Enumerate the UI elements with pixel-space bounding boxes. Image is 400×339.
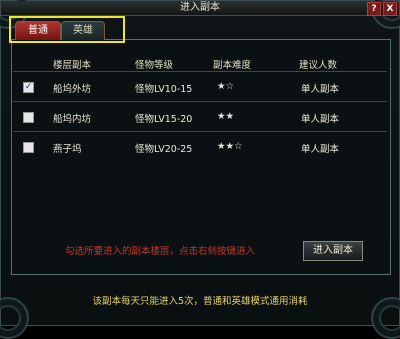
header-players: 建议人数 <box>299 60 338 71</box>
daily-limit-note: 该副本每天只能进入5次，普通和英雄模式通用消耗 <box>92 296 308 307</box>
close-button[interactable]: X <box>383 2 397 16</box>
monster-level: 怪物LV15-20 <box>135 114 193 125</box>
row-divider <box>13 131 387 132</box>
monster-level: 怪物LV10-15 <box>135 84 193 95</box>
difficulty-stars: ★☆ <box>217 81 235 92</box>
row-checkbox[interactable] <box>23 112 34 123</box>
title-bar[interactable]: 进入副本 ? X <box>1 1 399 16</box>
row-divider <box>13 101 387 102</box>
player-count: 单人副本 <box>301 144 340 155</box>
table-row[interactable]: 燕子坞 怪物LV20-25 ★★☆ 单人副本 <box>15 137 387 159</box>
header-divider <box>13 71 387 72</box>
difficulty-stars: ★★ <box>217 111 235 122</box>
help-button[interactable]: ? <box>367 2 381 16</box>
floor-name: 船坞内坊 <box>53 114 92 125</box>
table-row[interactable]: 船坞内坊 怪物LV15-20 ★★ 单人副本 <box>15 107 387 129</box>
monster-level: 怪物LV20-25 <box>135 144 193 155</box>
header-monster-level: 怪物等级 <box>135 60 174 71</box>
player-count: 单人副本 <box>301 114 340 125</box>
tab-heroic[interactable]: 英雄 <box>61 21 105 40</box>
floor-name: 燕子坞 <box>53 144 82 155</box>
header-difficulty: 副本难度 <box>213 60 252 71</box>
row-checkbox[interactable] <box>23 142 34 153</box>
enter-dungeon-button[interactable]: 进入副本 <box>303 241 363 261</box>
difficulty-stars: ★★☆ <box>217 141 243 152</box>
window-title: 进入副本 <box>180 2 220 13</box>
table-row[interactable]: ✓ 船坞外坊 怪物LV10-15 ★☆ 单人副本 <box>15 77 387 99</box>
dungeon-entry-window: 进入副本 ? X 普通 英雄 楼层副本 怪物等级 副本难度 建议人数 ✓ 船坞外… <box>0 0 400 339</box>
header-floor: 楼层副本 <box>53 60 92 71</box>
tab-normal[interactable]: 普通 <box>15 21 61 40</box>
floor-name: 船坞外坊 <box>53 84 92 95</box>
selection-hint: 勾选所要进入的副本楼层，点击右侧按键进入 <box>65 246 256 257</box>
player-count: 单人副本 <box>301 84 340 95</box>
row-checkbox[interactable]: ✓ <box>23 82 34 93</box>
